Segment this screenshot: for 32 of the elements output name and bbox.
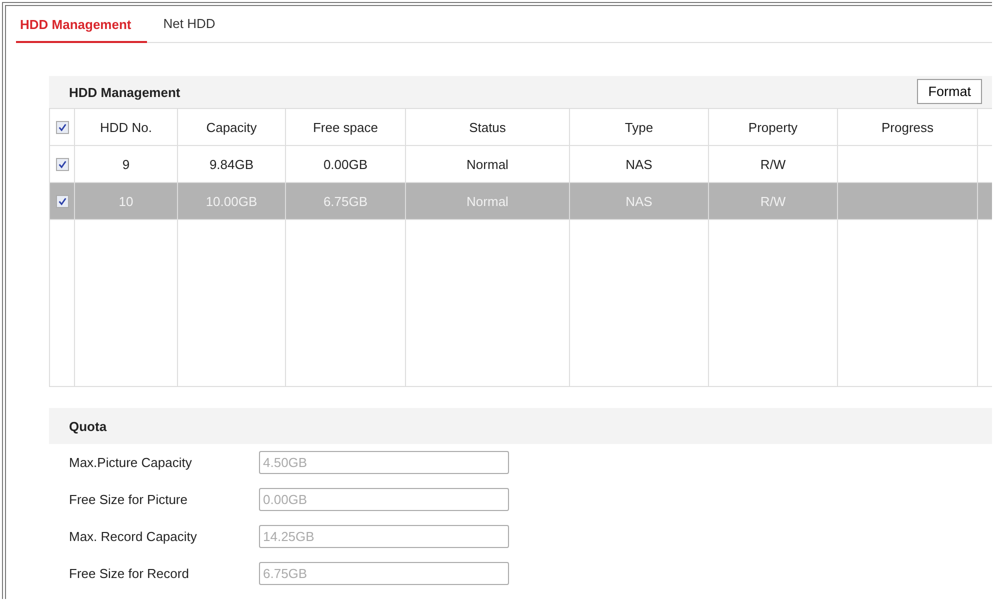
column-header: Property xyxy=(748,120,798,134)
table-cell: Normal xyxy=(466,156,508,172)
row-checkbox[interactable] xyxy=(56,158,68,170)
column-header: Status xyxy=(469,120,506,134)
table-cell: R/W xyxy=(760,194,786,208)
field-label: Max. Record Capacity xyxy=(69,529,198,544)
table-cell: NAS xyxy=(626,194,652,208)
table-cell: 9.84GB xyxy=(209,156,254,172)
table-row[interactable]: 10 10.00GB 6.75GB Normal NAS R/W xyxy=(50,183,992,220)
table-cell: 10.00GB xyxy=(206,194,258,208)
field-label: Free Size for Picture xyxy=(69,492,188,507)
table-cell: R/W xyxy=(760,156,786,172)
table-cell: Normal xyxy=(466,194,508,208)
column-header: Progress xyxy=(881,120,934,134)
tab[interactable]: Net HDD xyxy=(159,16,232,42)
column-header: Capacity xyxy=(206,120,257,134)
table-cell: 0.00GB xyxy=(323,156,368,172)
column-header: Type xyxy=(624,120,654,134)
select-all-checkbox[interactable] xyxy=(56,120,68,134)
table-cell: NAS xyxy=(626,156,652,172)
field-label: Max.Picture Capacity xyxy=(69,455,193,470)
column-header: HDD No. xyxy=(100,120,152,134)
format-button[interactable]: Format xyxy=(917,78,982,104)
field-label: Free Size for Record xyxy=(69,566,190,581)
table-cell: 6.75GB xyxy=(323,194,368,208)
section-title: Quota xyxy=(69,418,107,434)
tab[interactable]: HDD Management xyxy=(16,17,148,43)
section-title: HDD Management xyxy=(69,84,180,100)
column-header: Free space xyxy=(312,120,378,134)
table-cell: 9 xyxy=(122,156,130,172)
table-cell: 10 xyxy=(118,194,134,208)
row-checkbox[interactable] xyxy=(56,194,68,208)
